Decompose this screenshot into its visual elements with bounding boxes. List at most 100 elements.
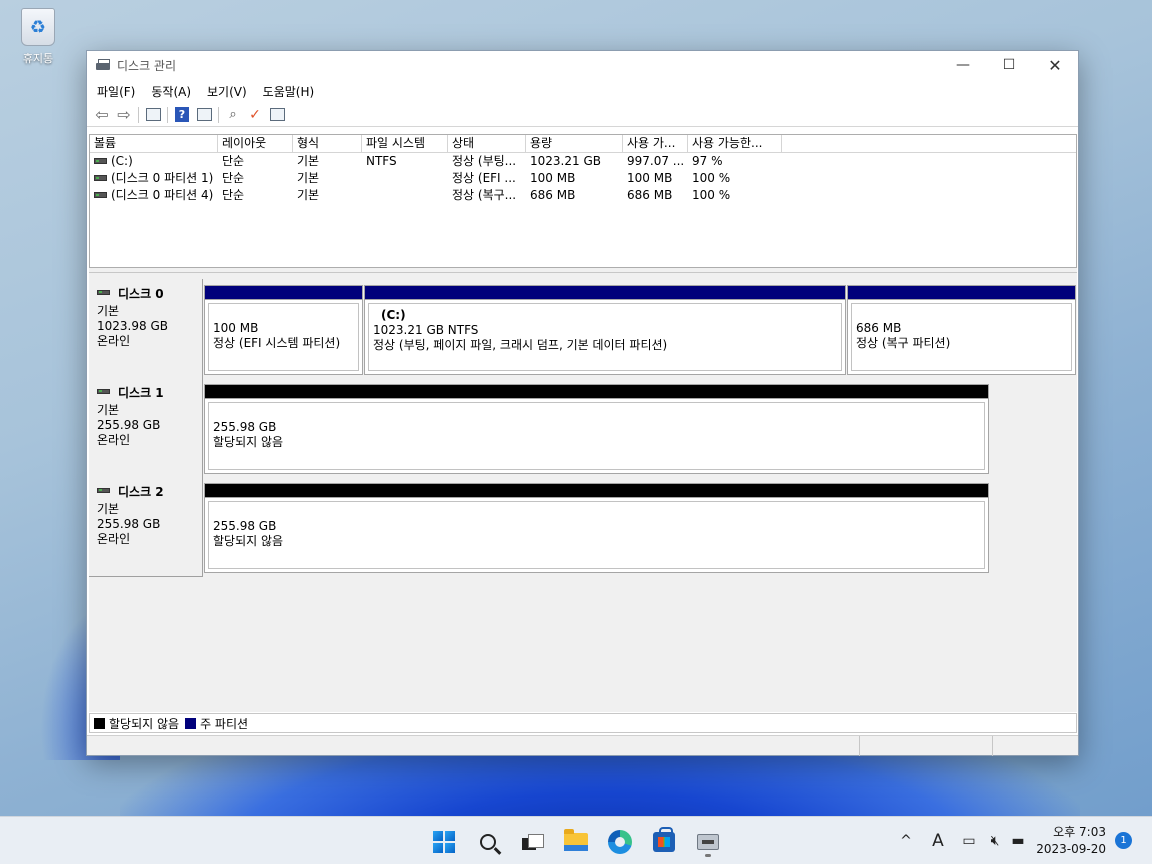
cell-percent-free: 100 % <box>692 188 731 202</box>
disk-management-taskbar-button[interactable] <box>691 825 725 859</box>
cell-free-space: 686 MB <box>627 188 673 202</box>
partition-body: (C:) 1023.21 GB NTFS 정상 (부팅, 페이지 파일, 크래시… <box>368 303 842 371</box>
cell-layout: 단순 <box>222 188 245 202</box>
cell-volume: (디스크 0 파티션 1) <box>111 171 214 185</box>
partition-bar <box>365 286 845 300</box>
action-pane-icon[interactable] <box>193 105 215 125</box>
disk-row-1: 디스크 1 기본 255.98 GB 온라인 255.98 GB 할당되지 않음 <box>89 378 1077 478</box>
disk-row-0: 디스크 0 기본 1023.98 GB 온라인 100 MB 정상 (EFI 시… <box>89 279 1077 379</box>
cell-type: 기본 <box>297 188 320 202</box>
cell-status: 정상 (복구... <box>452 188 517 202</box>
partition-status: 정상 (복구 파티션) <box>856 336 951 350</box>
cell-free-space: 100 MB <box>627 171 673 185</box>
checklist-icon[interactable]: ✓ <box>244 105 266 125</box>
cell-type: 기본 <box>297 154 320 168</box>
disk-info-2[interactable]: 디스크 2 기본 255.98 GB 온라인 <box>89 477 203 577</box>
edge-button[interactable] <box>603 825 637 859</box>
start-button[interactable] <box>427 825 461 859</box>
disk-management-window: 디스크 관리 — ☐ ✕ 파일(F) 동작(A) 보기(V) 도움말(H) ⇦ … <box>86 50 1079 756</box>
menu-view[interactable]: 보기(V) <box>199 83 255 100</box>
partition-efi[interactable]: 100 MB 정상 (EFI 시스템 파티션) <box>204 285 363 375</box>
disk-name: 디스크 1 <box>118 386 164 400</box>
task-view-button[interactable] <box>515 825 549 859</box>
table-row[interactable]: (C:) 단순 기본 NTFS 정상 (부팅... 1023.21 GB 997… <box>90 153 1076 170</box>
column-free-space[interactable]: 사용 가... <box>623 135 688 152</box>
disk-row-2: 디스크 2 기본 255.98 GB 온라인 255.98 GB 할당되지 않음 <box>89 477 1077 577</box>
minimize-button[interactable]: — <box>940 51 986 79</box>
disk-size: 1023.98 GB <box>97 319 168 333</box>
recycle-bin-label: 휴지통 <box>22 52 54 65</box>
toolbar-separator <box>218 106 219 123</box>
cell-type: 기본 <box>297 171 320 185</box>
properties-icon[interactable] <box>266 105 288 125</box>
menu-action[interactable]: 동작(A) <box>143 83 199 100</box>
disk-management-app-icon <box>95 59 111 71</box>
cell-capacity: 1023.21 GB <box>530 154 601 168</box>
column-volume[interactable]: 볼륨 <box>90 135 218 152</box>
legend-primary-label: 주 파티션 <box>200 716 249 731</box>
partition-unallocated[interactable]: 255.98 GB 할당되지 않음 <box>204 483 989 573</box>
disk-icon <box>97 488 110 493</box>
partition-status: 정상 (부팅, 페이지 파일, 크래시 덤프, 기본 데이터 파티션) <box>373 338 668 352</box>
cell-status: 정상 (EFI ... <box>452 171 516 185</box>
partition-body: 255.98 GB 할당되지 않음 <box>208 402 985 470</box>
search-button[interactable] <box>471 825 505 859</box>
ime-indicator[interactable]: A <box>926 825 950 857</box>
column-percent-free[interactable]: 사용 가능한... <box>688 135 782 152</box>
partition-bar <box>848 286 1075 300</box>
console-tree-icon[interactable] <box>142 105 164 125</box>
battery-icon[interactable]: ▬ <box>1007 825 1029 857</box>
cell-file-system: NTFS <box>366 154 397 168</box>
disk-size: 255.98 GB <box>97 418 161 432</box>
network-icon[interactable]: ▭ <box>958 825 980 857</box>
forward-arrow-icon[interactable]: ⇨ <box>113 105 135 125</box>
file-explorer-button[interactable] <box>559 825 593 859</box>
partition-unallocated[interactable]: 255.98 GB 할당되지 않음 <box>204 384 989 474</box>
column-file-system[interactable]: 파일 시스템 <box>362 135 448 152</box>
tray-overflow-chevron-icon[interactable]: ^ <box>896 825 916 857</box>
column-status[interactable]: 상태 <box>448 135 526 152</box>
volume-list[interactable]: 볼륨 레이아웃 형식 파일 시스템 상태 용량 사용 가... 사용 가능한..… <box>89 134 1077 268</box>
disk-status: 온라인 <box>97 532 131 546</box>
disk-status: 온라인 <box>97 433 131 447</box>
help-icon[interactable]: ? <box>171 105 193 125</box>
close-button[interactable]: ✕ <box>1032 51 1078 79</box>
disk-type: 기본 <box>97 403 120 417</box>
partition-recovery[interactable]: 686 MB 정상 (복구 파티션) <box>847 285 1076 375</box>
notification-badge[interactable]: 1 <box>1115 832 1132 849</box>
connect-icon[interactable]: ⌕ <box>222 105 244 125</box>
menu-help[interactable]: 도움말(H) <box>255 83 323 100</box>
title-bar[interactable]: 디스크 관리 — ☐ ✕ <box>87 51 1078 79</box>
menu-file[interactable]: 파일(F) <box>89 83 143 100</box>
cell-volume: (C:) <box>111 154 133 168</box>
table-row[interactable]: (디스크 0 파티션 4) 단순 기본 정상 (복구... 686 MB 686… <box>90 187 1076 204</box>
partition-size: 1023.21 GB NTFS <box>373 323 479 337</box>
recycle-bin-desktop-icon[interactable]: ♻ 휴지통 <box>12 8 64 66</box>
store-button[interactable] <box>647 825 681 859</box>
partition-bar <box>205 286 362 300</box>
disk-info-0[interactable]: 디스크 0 기본 1023.98 GB 온라인 <box>89 279 203 379</box>
partition-body: 255.98 GB 할당되지 않음 <box>208 501 985 569</box>
volume-muted-icon[interactable]: 🔇︎ <box>984 825 1006 857</box>
partition-status: 할당되지 않음 <box>213 534 284 548</box>
cell-volume: (디스크 0 파티션 4) <box>111 188 214 202</box>
partition-body: 686 MB 정상 (복구 파티션) <box>851 303 1072 371</box>
maximize-button[interactable]: ☐ <box>986 51 1032 79</box>
column-capacity[interactable]: 용량 <box>526 135 623 152</box>
taskbar: ^ A ▭ 🔇︎ ▬ 오후 7:03 2023-09-20 1 <box>0 816 1152 864</box>
partition-c-drive[interactable]: (C:) 1023.21 GB NTFS 정상 (부팅, 페이지 파일, 크래시… <box>364 285 846 375</box>
table-row[interactable]: (디스크 0 파티션 1) 단순 기본 정상 (EFI ... 100 MB 1… <box>90 170 1076 187</box>
column-type[interactable]: 형식 <box>293 135 362 152</box>
disk-type: 기본 <box>97 304 120 318</box>
back-arrow-icon[interactable]: ⇦ <box>91 105 113 125</box>
legend-primary-swatch <box>185 717 197 729</box>
store-icon <box>653 827 675 852</box>
disk-info-1[interactable]: 디스크 1 기본 255.98 GB 온라인 <box>89 378 203 478</box>
clock[interactable]: 오후 7:03 2023-09-20 <box>1036 824 1106 858</box>
clock-date: 2023-09-20 <box>1036 842 1106 856</box>
status-separator <box>859 736 860 756</box>
disk-size: 255.98 GB <box>97 517 161 531</box>
column-layout[interactable]: 레이아웃 <box>218 135 293 152</box>
disk-name: 디스크 2 <box>118 485 164 499</box>
search-icon <box>480 834 496 850</box>
